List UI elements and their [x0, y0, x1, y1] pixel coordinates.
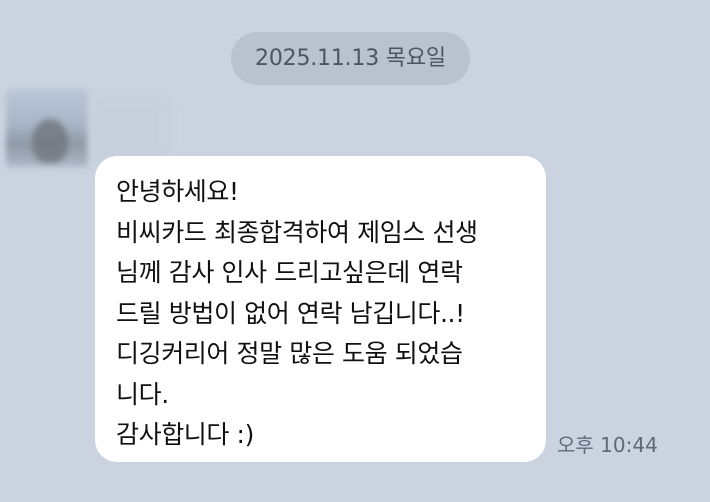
message-line: 님께 감사 인사 드리고싶은데 연락	[116, 258, 463, 287]
message-bubble[interactable]: 안녕하세요! 비씨카드 최종합격하여 제임스 선생 님께 감사 인사 드리고싶은…	[95, 156, 546, 462]
message-line: 비씨카드 최종합격하여 제임스 선생	[116, 217, 478, 247]
message-line: 니다.	[116, 379, 169, 409]
avatar-person-shape	[32, 119, 68, 163]
chat-area: 2025.11.13 목요일 안녕하세요! 비씨카드 최종합격하여 제임스 선생…	[0, 0, 710, 502]
sender-name-blur	[93, 97, 168, 161]
sender-avatar[interactable]	[6, 89, 88, 167]
message-timestamp: 오후 10:44	[557, 433, 658, 457]
message-line: 감사합니다 :)	[116, 420, 254, 449]
date-divider: 2025.11.13 목요일	[231, 32, 470, 85]
message-line: 디깅커리어 정말 많은 도움 되었습	[116, 339, 463, 368]
message-line: 안녕하세요!	[116, 177, 239, 206]
message-line: 드릴 방법이 없어 연락 남깁니다..!	[116, 298, 465, 328]
